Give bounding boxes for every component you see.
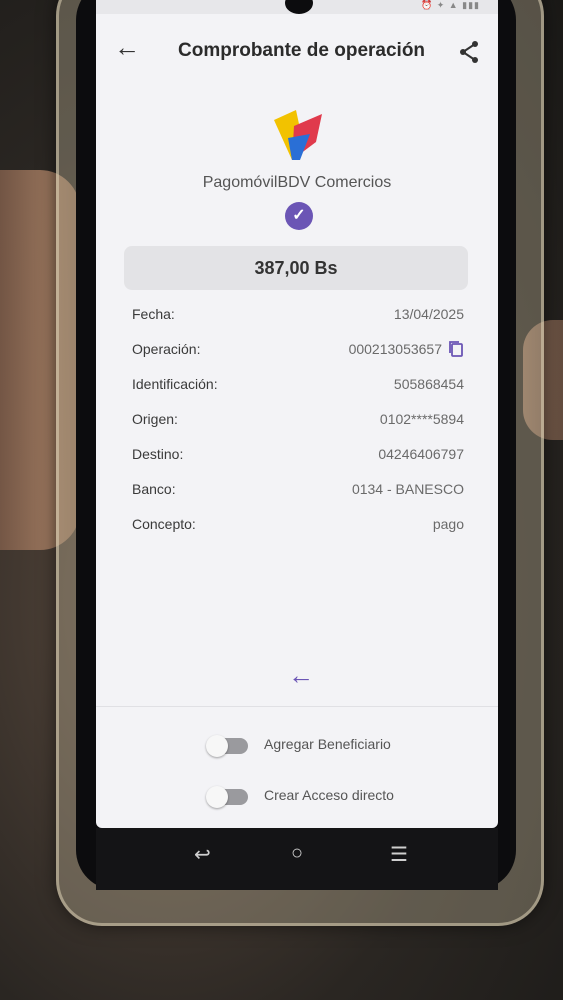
detail-value: 0102****5894: [379, 411, 464, 427]
operation-details: Fecha: 13/04/2025 Operación: 00021305365…: [132, 306, 464, 551]
detail-label: Concepto:: [132, 516, 196, 532]
toggle-label: Agregar Beneficiario: [264, 736, 391, 752]
detail-row-operacion: Operación: 000213053657: [132, 341, 464, 376]
detail-label: Operación:: [132, 341, 201, 357]
home-nav-icon[interactable]: ○: [291, 842, 303, 865]
share-icon[interactable]: [458, 40, 480, 64]
arrow-left-icon[interactable]: ←: [114, 32, 140, 62]
check-circle-icon: ✓: [285, 202, 313, 230]
detail-value: 0134 - BANESCO: [351, 481, 464, 497]
detail-value: pago: [432, 516, 464, 532]
status-icons: ⏰ ✦ ▲ ▮▮▮: [420, 0, 480, 10]
back-nav-icon[interactable]: ↩: [194, 842, 211, 867]
detail-row-identificacion: Identificación: 505868454: [132, 376, 464, 411]
page-title: Comprobante de operación: [178, 40, 426, 61]
detail-label: Origen:: [132, 411, 178, 427]
toggle-knob: [206, 735, 228, 757]
amount-display: 387,00 Bs: [124, 246, 468, 290]
app-screen: ⏰ ✦ ▲ ▮▮▮ ← Comprobante de operación Pag…: [96, 0, 498, 828]
detail-row-fecha: Fecha: 13/04/2025: [132, 306, 464, 341]
detail-row-concepto: Concepto: pago: [132, 516, 464, 551]
back-arrow-button[interactable]: ←: [288, 660, 314, 691]
detail-value: 13/04/2025: [393, 306, 464, 322]
detail-value: 000213053657: [348, 341, 442, 357]
detail-label: Destino:: [132, 446, 184, 462]
system-nav-bar: ↩ ○ ☰: [96, 828, 498, 890]
add-beneficiary-toggle[interactable]: [206, 735, 248, 757]
detail-label: Banco:: [132, 481, 176, 497]
toggle-knob: [206, 786, 228, 808]
recents-nav-icon[interactable]: ☰: [390, 842, 408, 867]
detail-value: 505868454: [393, 376, 464, 392]
bdv-logo-icon: [274, 110, 322, 160]
brand-name: PagomóvilBDV Comercios: [202, 174, 392, 191]
copy-icon[interactable]: [448, 340, 464, 358]
detail-value: 04246406797: [378, 446, 464, 462]
toggle-label: Crear Acceso directo: [264, 787, 394, 803]
detail-label: Fecha:: [132, 306, 175, 322]
create-shortcut-toggle[interactable]: [206, 786, 248, 808]
detail-row-origen: Origen: 0102****5894: [132, 411, 464, 446]
divider: [96, 706, 498, 707]
top-app-bar: ← Comprobante de operación: [96, 28, 498, 76]
detail-label: Identificación:: [132, 376, 218, 392]
detail-row-banco: Banco: 0134 - BANESCO: [132, 481, 464, 516]
detail-row-destino: Destino: 04246406797: [132, 446, 464, 481]
